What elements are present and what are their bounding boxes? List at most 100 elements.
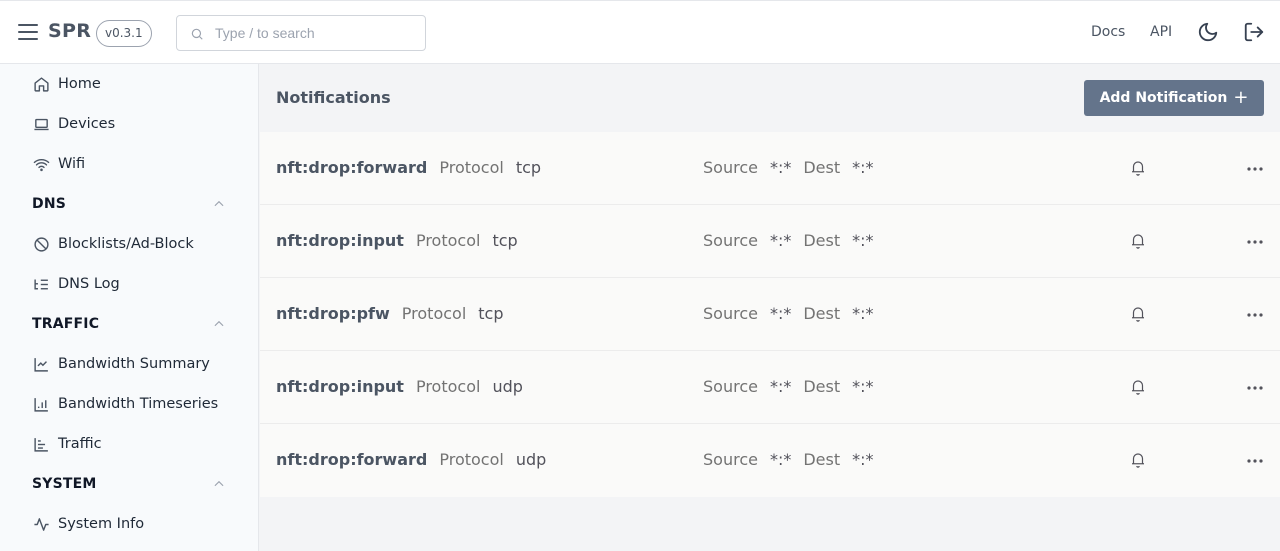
source-value: *:* xyxy=(769,377,792,396)
source-value: *:* xyxy=(769,304,792,323)
sidebar-item-label: Bandwidth Summary xyxy=(58,356,210,372)
search-icon xyxy=(191,28,203,40)
protocol-value: udp xyxy=(515,450,547,469)
laptop-icon xyxy=(32,115,50,133)
notification-row: nft:drop:forward Protocol udp Source *:*… xyxy=(260,424,1280,497)
source-label: Source xyxy=(703,304,758,323)
brand-logo[interactable]: SPR xyxy=(48,20,91,42)
sidebar-item-wifi[interactable]: Wifi xyxy=(32,152,85,176)
bell-icon[interactable] xyxy=(1129,231,1147,255)
activity-icon xyxy=(32,515,50,533)
sidebar-item-bandwidth-summary[interactable]: Bandwidth Summary xyxy=(32,352,210,376)
list-icon xyxy=(32,275,50,293)
sidebar-item-label: Devices xyxy=(58,116,116,132)
dest-label: Dest xyxy=(803,158,841,177)
sidebar-item-label: Blocklists/Ad-Block xyxy=(58,236,194,252)
moon-icon[interactable] xyxy=(1197,21,1219,47)
add-notification-label: Add Notification xyxy=(1099,90,1228,106)
sidebar-section-dns[interactable]: DNS xyxy=(32,192,226,216)
protocol-label: Protocol xyxy=(439,158,504,177)
version-badge: v0.3.1 xyxy=(96,20,152,47)
notification-name: nft:drop:forward xyxy=(276,450,428,469)
source-value: *:* xyxy=(769,450,792,469)
dest-label: Dest xyxy=(803,450,841,469)
source-label: Source xyxy=(703,158,758,177)
section-title: SYSTEM xyxy=(32,476,97,492)
bar-chart-horizontal-icon xyxy=(32,435,50,453)
sidebar-item-label: Traffic xyxy=(58,436,102,452)
dest-label: Dest xyxy=(803,304,841,323)
sidebar-item-dns-log[interactable]: DNS Log xyxy=(32,272,120,296)
dest-value: *:* xyxy=(852,304,874,323)
source-label: Source xyxy=(703,231,758,250)
top-bar: SPR v0.3.1 Docs API xyxy=(0,0,1280,64)
sidebar-item-blocklists[interactable]: Blocklists/Ad-Block xyxy=(32,232,194,256)
sidebar-item-system-info[interactable]: System Info xyxy=(32,512,144,536)
sidebar-item-home[interactable]: Home xyxy=(32,72,101,96)
sidebar-item-label: Home xyxy=(58,76,101,92)
line-chart-icon xyxy=(32,355,50,373)
logout-icon[interactable] xyxy=(1243,21,1265,47)
more-options-icon[interactable] xyxy=(1245,305,1265,325)
bell-icon[interactable] xyxy=(1129,377,1147,401)
sidebar-section-traffic[interactable]: TRAFFIC xyxy=(32,312,226,336)
sidebar-item-label: DNS Log xyxy=(58,276,120,292)
bell-icon[interactable] xyxy=(1129,158,1147,182)
protocol-value: tcp xyxy=(478,304,504,323)
dest-value: *:* xyxy=(852,377,874,396)
dest-value: *:* xyxy=(852,158,874,177)
protocol-label: Protocol xyxy=(415,377,481,396)
bell-icon[interactable] xyxy=(1129,450,1147,474)
section-title: DNS xyxy=(32,196,67,212)
more-options-icon[interactable] xyxy=(1245,451,1265,471)
protocol-value: udp xyxy=(492,377,523,396)
bell-icon[interactable] xyxy=(1129,304,1147,328)
protocol-value: tcp xyxy=(515,158,542,177)
sidebar: Home Devices Wifi DNS Blocklists/Ad-Bloc… xyxy=(0,64,259,551)
page-title: Notifications xyxy=(276,88,391,107)
ban-icon xyxy=(32,235,50,253)
search-input[interactable] xyxy=(215,16,415,50)
chevron-up-icon xyxy=(214,480,224,487)
dest-label: Dest xyxy=(803,231,841,250)
sidebar-item-label: Wifi xyxy=(58,156,86,172)
notification-row: nft:drop:forward Protocol tcp Source *:*… xyxy=(260,132,1280,205)
chevron-up-icon xyxy=(214,320,224,327)
more-options-icon[interactable] xyxy=(1245,232,1265,252)
source-value: *:* xyxy=(769,231,792,250)
notification-name: nft:drop:forward xyxy=(276,158,428,177)
more-options-icon[interactable] xyxy=(1245,159,1265,179)
sidebar-item-devices[interactable]: Devices xyxy=(32,112,115,136)
dest-label: Dest xyxy=(803,377,841,396)
main-content: Notifications Add Notification + nft:dro… xyxy=(260,64,1280,551)
more-options-icon[interactable] xyxy=(1245,378,1265,398)
plus-icon: + xyxy=(1233,87,1249,108)
notification-row: nft:drop:input Protocol udp Source *:* D… xyxy=(260,351,1280,424)
home-icon xyxy=(32,75,50,93)
sidebar-section-system[interactable]: SYSTEM xyxy=(32,472,226,496)
notification-row: nft:drop:pfw Protocol tcp Source *:* Des… xyxy=(260,278,1280,351)
dest-value: *:* xyxy=(852,231,874,250)
source-label: Source xyxy=(703,450,758,469)
protocol-label: Protocol xyxy=(401,304,467,323)
protocol-label: Protocol xyxy=(415,231,481,250)
protocol-value: tcp xyxy=(492,231,518,250)
wifi-icon xyxy=(32,155,50,173)
sidebar-item-traffic[interactable]: Traffic xyxy=(32,432,102,456)
sidebar-item-label: Bandwidth Timeseries xyxy=(58,396,219,412)
search-box[interactable] xyxy=(176,15,426,51)
source-label: Source xyxy=(703,377,758,396)
sidebar-item-bandwidth-timeseries[interactable]: Bandwidth Timeseries xyxy=(32,392,218,416)
notification-row: nft:drop:input Protocol tcp Source *:* D… xyxy=(260,205,1280,278)
dest-value: *:* xyxy=(852,450,874,469)
notification-name: nft:drop:pfw xyxy=(276,304,390,323)
chevron-up-icon xyxy=(214,200,224,207)
add-notification-button[interactable]: Add Notification + xyxy=(1084,80,1264,116)
protocol-label: Protocol xyxy=(439,450,504,469)
hamburger-icon[interactable] xyxy=(18,24,38,42)
docs-link[interactable]: Docs xyxy=(1091,24,1125,40)
api-link[interactable]: API xyxy=(1150,24,1172,40)
sidebar-item-label: System Info xyxy=(58,516,145,532)
bar-chart-icon xyxy=(32,395,50,413)
section-title: TRAFFIC xyxy=(32,316,100,332)
